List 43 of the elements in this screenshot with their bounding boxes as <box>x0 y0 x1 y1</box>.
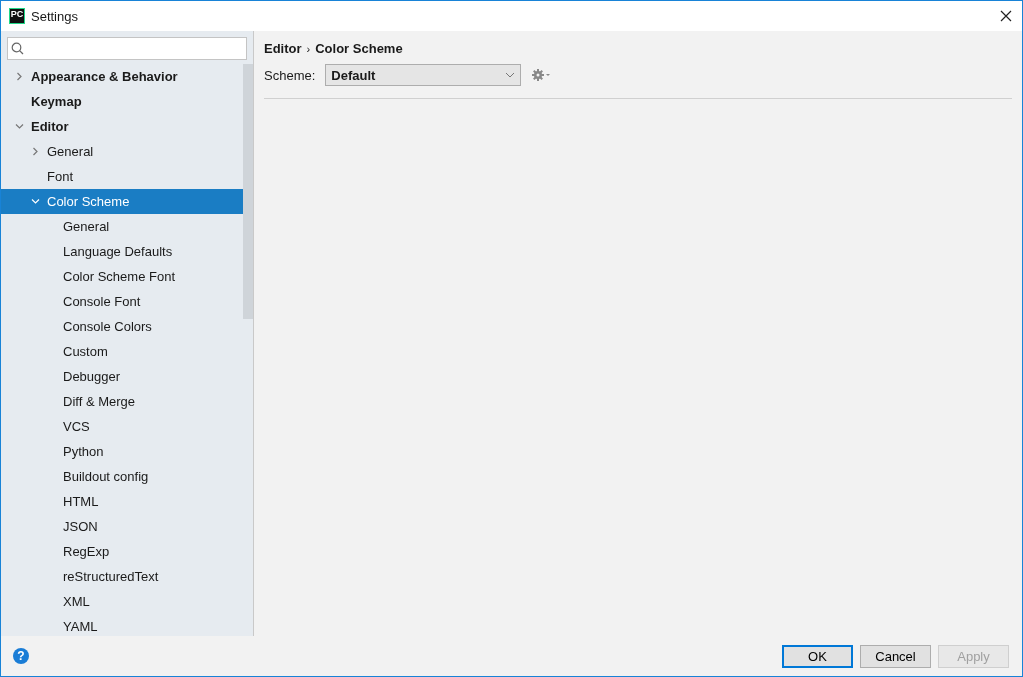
dialog-button[interactable]: Cancel <box>860 644 931 668</box>
tree-item[interactable]: YAML <box>1 614 243 636</box>
tree-item[interactable]: HTML <box>1 489 243 514</box>
chevron-icon[interactable] <box>31 197 40 206</box>
scheme-label: Scheme: <box>264 67 316 83</box>
breadcrumb-item: Color Scheme <box>315 41 403 56</box>
gear-icon[interactable] <box>531 68 552 82</box>
tree-item[interactable]: Color Scheme <box>1 189 243 214</box>
search-field[interactable] <box>7 37 247 60</box>
tree-item[interactable]: Language Defaults <box>1 239 243 264</box>
tree-item[interactable]: reStructuredText <box>1 564 243 589</box>
tree-item[interactable]: VCS <box>1 414 243 439</box>
tree-item[interactable]: JSON <box>1 514 243 539</box>
chevron-icon[interactable] <box>15 122 24 131</box>
scrollbar-thumb[interactable] <box>243 64 253 319</box>
chevron-icon[interactable] <box>31 147 40 156</box>
tree-item[interactable]: Debugger <box>1 364 243 389</box>
breadcrumb-item: Editor <box>264 41 302 56</box>
chevron-icon[interactable] <box>15 72 24 81</box>
tree-item[interactable]: Font <box>1 164 243 189</box>
tree-item[interactable]: Console Colors <box>1 314 243 339</box>
tree-item[interactable]: General <box>1 214 243 239</box>
dialog-button[interactable]: OK <box>782 644 853 668</box>
window-title: Settings <box>31 8 79 24</box>
tree-item[interactable]: Editor <box>1 114 243 139</box>
tree-item[interactable]: RegExp <box>1 539 243 564</box>
tree-item[interactable]: Appearance & Behavior <box>1 64 243 89</box>
breadcrumb-separator: › <box>306 42 311 55</box>
help-button[interactable]: ? <box>13 648 29 664</box>
tree-item[interactable]: Diff & Merge <box>1 389 243 414</box>
tree-item[interactable]: Color Scheme Font <box>1 264 243 289</box>
app-logo: PC <box>9 8 25 24</box>
search-icon <box>11 42 24 55</box>
tree-item[interactable]: Keymap <box>1 89 243 114</box>
close-icon[interactable] <box>1000 10 1012 22</box>
scheme-dropdown[interactable]: Default <box>325 64 522 86</box>
tree-item[interactable]: Custom <box>1 339 243 364</box>
tree-item[interactable]: General <box>1 139 243 164</box>
tree-item[interactable]: Buildout config <box>1 464 243 489</box>
tree-item[interactable]: Python <box>1 439 243 464</box>
caret-icon <box>505 72 516 78</box>
tree-item[interactable]: XML <box>1 589 243 614</box>
tree-item[interactable]: Console Font <box>1 289 243 314</box>
